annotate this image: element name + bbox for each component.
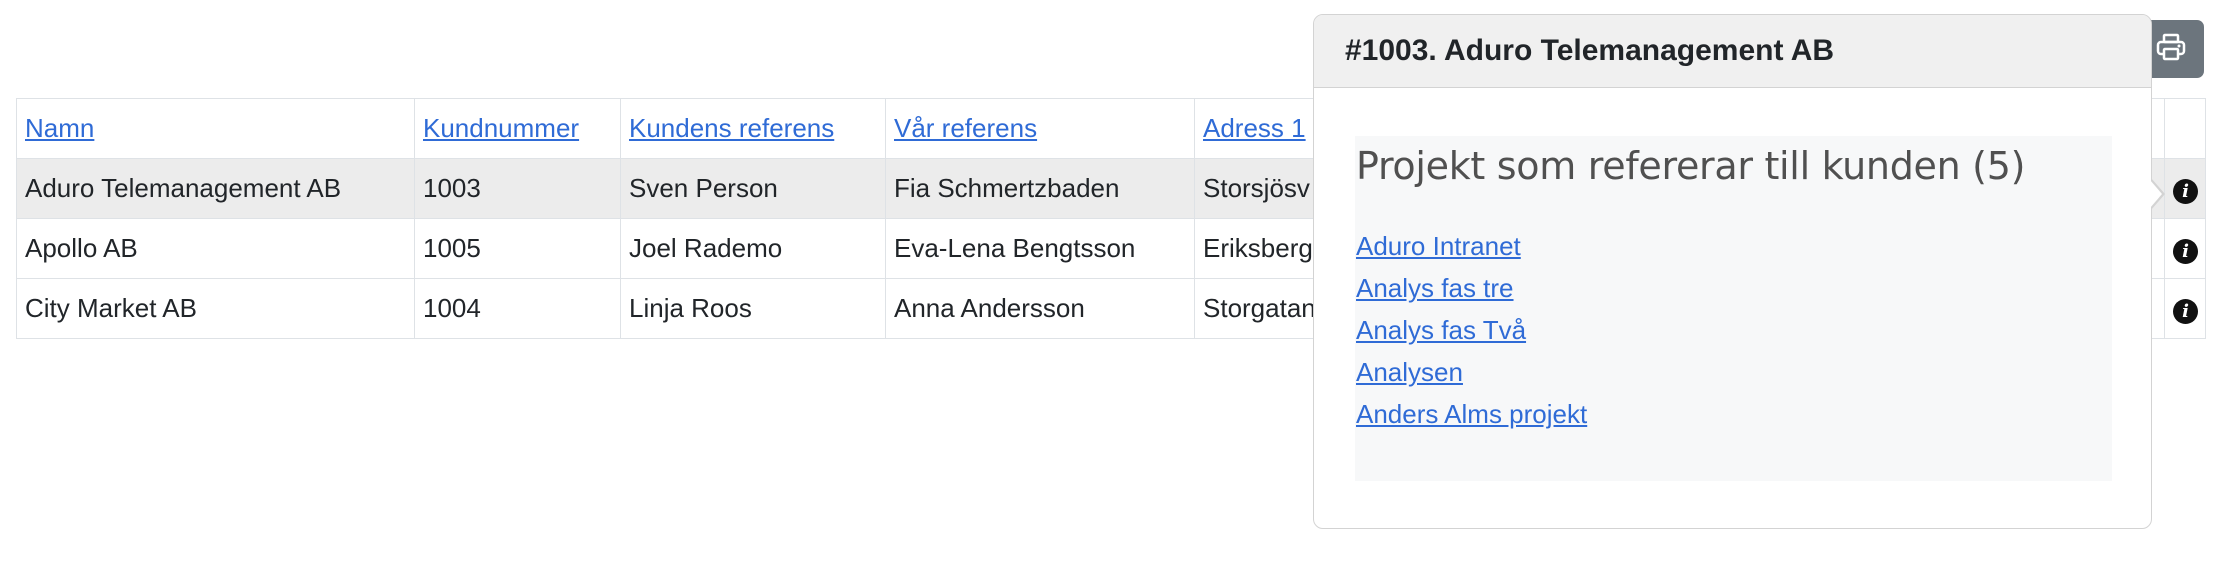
cell-name: Aduro Telemanagement AB: [16, 158, 415, 219]
list-item: Analysen: [1356, 351, 2111, 393]
sort-link-number[interactable]: Kundnummer: [423, 113, 579, 143]
sort-link-our-ref[interactable]: Vår referens: [894, 113, 1037, 143]
cell-name: Apollo AB: [16, 218, 415, 279]
sort-link-address[interactable]: Adress 1: [1203, 113, 1306, 143]
cell-number: 1004: [414, 278, 621, 339]
cell-number: 1003: [414, 158, 621, 219]
customer-popover: #1003. Aduro Telemanagement AB Projekt s…: [1313, 14, 2165, 529]
column-header-actions: [2164, 98, 2206, 159]
info-icon[interactable]: i: [2173, 239, 2198, 264]
popover-body: Projekt som refererar till kunden (5) Ad…: [1314, 88, 2151, 481]
column-header-customer-ref: Kundens referens: [620, 98, 886, 159]
project-link[interactable]: Analys fas tre: [1356, 273, 1514, 303]
sort-link-customer-ref[interactable]: Kundens referens: [629, 113, 834, 143]
cell-info: i: [2164, 158, 2206, 219]
cell-customer-ref: Sven Person: [620, 158, 886, 219]
cell-name: City Market AB: [16, 278, 415, 339]
cell-our-ref: Eva-Lena Bengtsson: [885, 218, 1195, 279]
project-link[interactable]: Analysen: [1356, 357, 1463, 387]
popover-arrow-inner: [2150, 180, 2162, 208]
project-link[interactable]: Aduro Intranet: [1356, 231, 1521, 261]
list-item: Analys fas Två: [1356, 309, 2111, 351]
column-header-number: Kundnummer: [414, 98, 621, 159]
column-header-our-ref: Vår referens: [885, 98, 1195, 159]
project-link[interactable]: Analys fas Två: [1356, 315, 1526, 345]
list-item: Analys fas tre: [1356, 267, 2111, 309]
cell-customer-ref: Linja Roos: [620, 278, 886, 339]
sort-link-name[interactable]: Namn: [25, 113, 94, 143]
popover-title: #1003. Aduro Telemanagement AB: [1314, 15, 2151, 88]
info-icon[interactable]: i: [2173, 179, 2198, 204]
info-icon[interactable]: i: [2173, 299, 2198, 324]
cell-info: i: [2164, 278, 2206, 339]
cell-our-ref: Fia Schmertzbaden: [885, 158, 1195, 219]
list-item: Aduro Intranet: [1356, 225, 2111, 267]
column-header-name: Namn: [16, 98, 415, 159]
cell-customer-ref: Joel Rademo: [620, 218, 886, 279]
printer-icon: [2156, 33, 2186, 66]
project-link[interactable]: Anders Alms projekt: [1356, 399, 1587, 429]
cell-our-ref: Anna Andersson: [885, 278, 1195, 339]
projects-heading: Projekt som refererar till kunden (5): [1356, 144, 2026, 188]
projects-card: Projekt som refererar till kunden (5) Ad…: [1355, 136, 2112, 481]
cell-info: i: [2164, 218, 2206, 279]
list-item: Anders Alms projekt: [1356, 393, 2111, 435]
project-list: Aduro Intranet Analys fas tre Analys fas…: [1356, 225, 2111, 435]
cell-number: 1005: [414, 218, 621, 279]
